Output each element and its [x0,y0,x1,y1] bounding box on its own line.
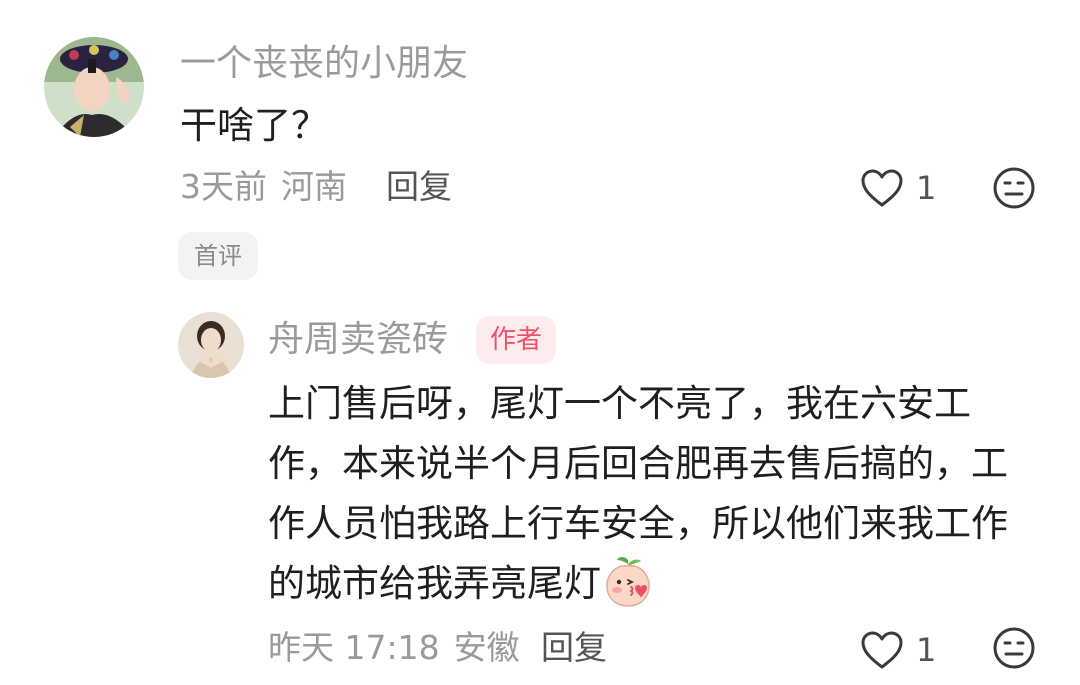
author-avatar-image [178,312,244,378]
author-avatar[interactable] [178,312,244,378]
reply-text-line: 上门售后呀，尾灯一个不亮了，我在六安工 [268,382,971,425]
reply-like-count: 1 [916,631,937,669]
reply-time: 昨天 17:18 [268,628,440,667]
reply-text-line: 作，本来说半个月后回合肥再去售后搞的，工 [268,442,1008,485]
commenter-avatar-image [44,37,144,137]
reply-meta: 昨天 17:18 安徽 [268,626,520,670]
reply-text-line: 的城市给我弄亮尾灯 [268,562,601,605]
comment-reply-button[interactable]: 回复 [386,165,452,209]
reply-text-line: 作人员怕我路上行车安全，所以他们来我工作 [268,502,1008,545]
reply-reply-button[interactable]: 回复 [541,626,607,670]
peach-kiss-emoji [606,557,650,607]
reply-location: 安徽 [453,628,520,667]
reply-dislike-button[interactable] [992,626,1036,670]
commenter-username[interactable]: 一个丧丧的小朋友 [180,42,468,86]
heart-outline-icon [861,631,903,669]
reply-text-line-last: 的城市给我弄亮尾灯 [268,554,655,614]
comment-like-button[interactable]: 1 [860,166,936,210]
neutral-face-icon [993,167,1035,209]
neutral-face-icon [993,627,1035,669]
comment-text: 干啥了？ [180,104,328,147]
reply-like-button[interactable]: 1 [860,628,936,672]
comment-location: 河南 [281,167,347,206]
author-badge: 作者 [476,316,557,364]
comment-like-count: 1 [916,169,937,207]
comment-thread: 一个丧丧的小朋友 干啥了？ 3天前 河南 回复 1 首评 舟周卖瓷砖 作者 上门… [0,0,1080,685]
comment-dislike-button[interactable] [992,166,1036,210]
commenter-avatar[interactable] [44,37,144,137]
comment-time: 3天前 [180,167,267,206]
comment-meta: 3天前 河南 [180,165,347,209]
first-comment-tag: 首评 [178,232,258,280]
heart-outline-icon [861,169,903,207]
author-username[interactable]: 舟周卖瓷砖 [268,318,448,362]
